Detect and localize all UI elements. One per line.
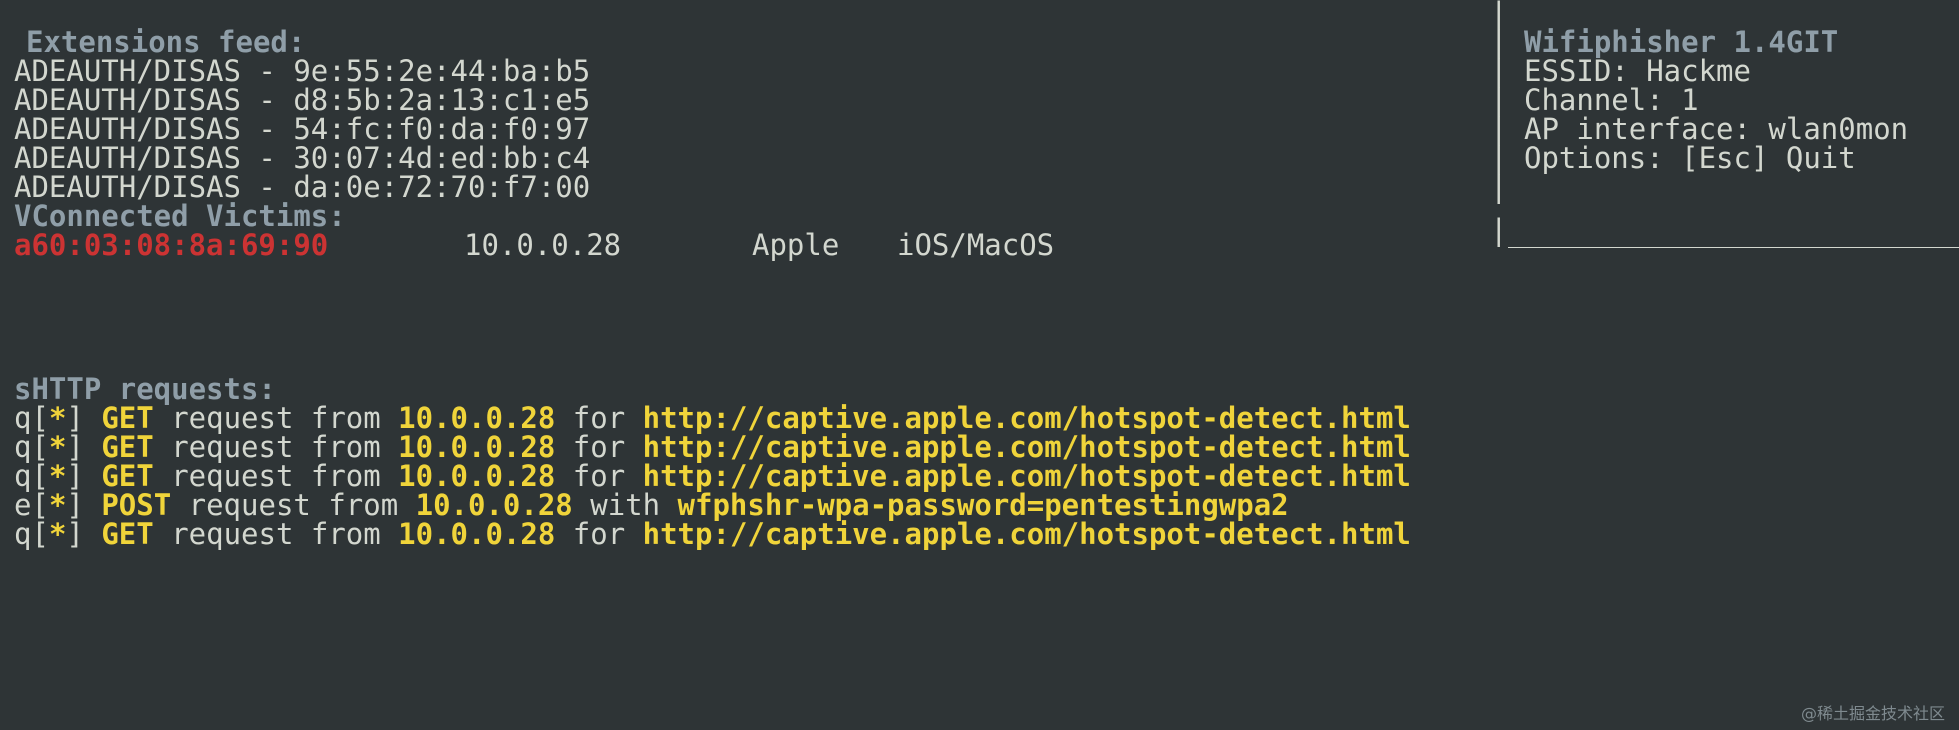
watermark: @稀土掘金技术社区 — [1800, 704, 1945, 723]
terminal-window: { "extensions": { "title": "Extensions f… — [0, 0, 1959, 730]
options-label: Options: [Esc] Quit — [1524, 141, 1856, 175]
victim-ip-address: 10.0.0.28 — [464, 228, 622, 262]
request-target: http://captive.apple.com/hotspot-detect.… — [642, 517, 1411, 551]
request-text: request from — [171, 517, 381, 551]
http-method: GET — [101, 517, 154, 551]
victim-os: iOS/MacOS — [897, 228, 1055, 262]
conjunction: for — [572, 517, 626, 551]
victim-mac-address: a60:03:08:8a:69:90 — [14, 228, 329, 262]
panel-bottom-border — [1508, 247, 1959, 248]
panel-border: | — [1490, 170, 1508, 204]
http-request-line: q[*] GET request from 10.0.0.28 for http… — [14, 517, 1411, 551]
victim-vendor: Apple — [752, 228, 840, 262]
panel-border: | — [1490, 213, 1508, 247]
asterisk-marker: * — [48, 517, 67, 551]
source-ip: 10.0.0.28 — [398, 517, 556, 551]
line-prefix: q — [14, 517, 32, 551]
